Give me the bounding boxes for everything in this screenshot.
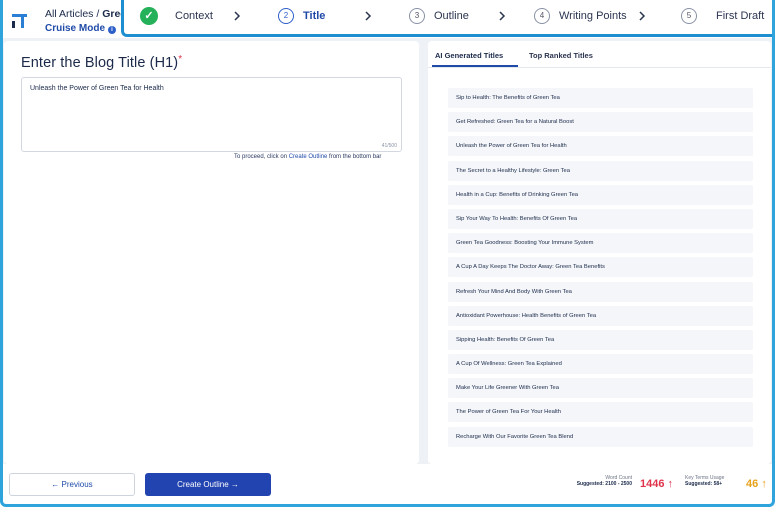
proceed-hint: To proceed, click on Create Outline from… [234, 154, 381, 160]
mode-label: Cruise Mode [45, 23, 106, 34]
word-count-meta: Word Count Suggested: 2100 - 2500 [562, 475, 632, 487]
word-count-suggested: Suggested: 2100 - 2500 [576, 481, 632, 487]
list-item[interactable]: A Cup A Day Keeps The Doctor Away: Green… [448, 257, 753, 278]
hint-suffix: from the bottom bar [327, 154, 382, 160]
key-terms-meta: Key Terms Usage Suggested: 58+ [685, 475, 735, 487]
breadcrumb-separator: / [93, 8, 103, 20]
breadcrumb-root[interactable]: All Articles [45, 8, 93, 20]
tab-ai-generated[interactable]: AI Generated Titles [435, 51, 503, 60]
bottom-bar: ← Previous Create Outline → Word Count S… [0, 464, 775, 507]
word-count-number: 1446 [640, 478, 665, 490]
blog-title-value[interactable]: Unleash the Power of Green Tea for Healt… [30, 85, 164, 92]
list-item[interactable]: Unleash the Power of Green Tea for Healt… [448, 136, 753, 157]
chevron-right-icon [638, 6, 646, 26]
step-number: 4 [534, 8, 550, 24]
title-editor-panel: Enter the Blog Title (H1)* Unleash the P… [4, 41, 419, 464]
arrow-up-icon: ↑ [667, 478, 674, 490]
suggestion-list: Sip to Health: The Benefits of Green Tea… [448, 88, 753, 451]
hint-link[interactable]: Create Outline [289, 154, 328, 160]
info-icon[interactable]: i [108, 26, 117, 34]
step-number: 2 [278, 8, 294, 24]
create-outline-button[interactable]: Create Outline → [145, 473, 271, 496]
step-context[interactable]: ✓ Context [140, 6, 213, 26]
key-terms-value: 46 ↑ [746, 478, 767, 490]
list-item[interactable]: Health in a Cup: Benefits of Drinking Gr… [448, 184, 753, 205]
list-item[interactable]: Make Your Life Greener With Green Tea [448, 378, 753, 399]
list-item[interactable]: A Cup Of Wellness: Green Tea Explained [448, 354, 753, 375]
list-item[interactable]: Refresh Your Mind And Body With Green Te… [448, 281, 753, 302]
title-suggestions-panel: AI Generated Titles Top Ranked Titles Si… [428, 41, 771, 464]
arrow-up-icon: ↑ [761, 478, 767, 490]
list-item[interactable]: Sip to Health: The Benefits of Green Tea [448, 88, 753, 108]
previous-button[interactable]: ← Previous [9, 473, 135, 496]
list-item[interactable]: Recharge With Our Favorite Green Tea Ble… [448, 426, 753, 447]
check-icon: ✓ [140, 7, 158, 25]
step-label: Outline [434, 10, 469, 22]
list-item[interactable]: The Secret to a Healthy Lifestyle: Green… [448, 160, 753, 181]
chevron-right-icon [498, 6, 506, 26]
step-label: Writing Points [559, 10, 627, 22]
mode-indicator[interactable]: Cruise Mode i [45, 23, 117, 34]
list-item[interactable]: Sip Your Way To Health: Benefits Of Gree… [448, 208, 753, 229]
top-header: All Articles / Green Cruise Mode i ✓ Cont… [0, 0, 775, 38]
chevron-right-icon [364, 6, 372, 26]
step-number: 3 [409, 8, 425, 24]
progress-stepper: ✓ Context 2 Title 3 Outline 4 Writing Po… [121, 0, 775, 37]
app-logo[interactable] [8, 9, 31, 32]
step-first-draft[interactable]: 5 First Draft [681, 6, 764, 26]
page-title: Enter the Blog Title (H1)* [21, 54, 182, 71]
key-terms-suggested: Suggested: 58+ [685, 481, 723, 487]
suggestion-tabs: AI Generated Titles Top Ranked Titles [428, 41, 771, 68]
list-item[interactable]: Get Refreshed: Green Tea for a Natural B… [448, 112, 753, 133]
breadcrumb: All Articles / Green [45, 8, 133, 20]
char-count: 41/500 [381, 143, 397, 149]
hint-prefix: To proceed, click on [234, 154, 289, 160]
key-terms-number: 46 [746, 478, 759, 490]
list-item[interactable]: Antioxidant Powerhouse: Health Benefits … [448, 305, 753, 326]
step-label: Title [303, 10, 326, 22]
list-item[interactable]: Sipping Health: Benefits Of Green Tea [448, 329, 753, 350]
active-tab-indicator [432, 65, 518, 67]
chevron-right-icon [233, 6, 241, 26]
step-number: 5 [681, 8, 697, 24]
list-item[interactable]: The Power of Green Tea For Your Health [448, 402, 753, 423]
step-title[interactable]: 2 Title [278, 6, 325, 26]
step-outline[interactable]: 3 Outline [409, 6, 469, 26]
step-label: First Draft [716, 10, 765, 22]
step-writing-points[interactable]: 4 Writing Points [534, 6, 627, 26]
heading-text: Enter the Blog Title (H1) [21, 55, 179, 71]
blog-title-input[interactable]: Unleash the Power of Green Tea for Healt… [21, 77, 402, 152]
word-count-value: 1446 ↑ [640, 478, 673, 490]
step-label: Context [175, 10, 213, 22]
tab-top-ranked[interactable]: Top Ranked Titles [529, 51, 593, 60]
list-item[interactable]: Green Tea Goodness: Boosting Your Immune… [448, 233, 753, 254]
required-mark: * [178, 54, 183, 65]
